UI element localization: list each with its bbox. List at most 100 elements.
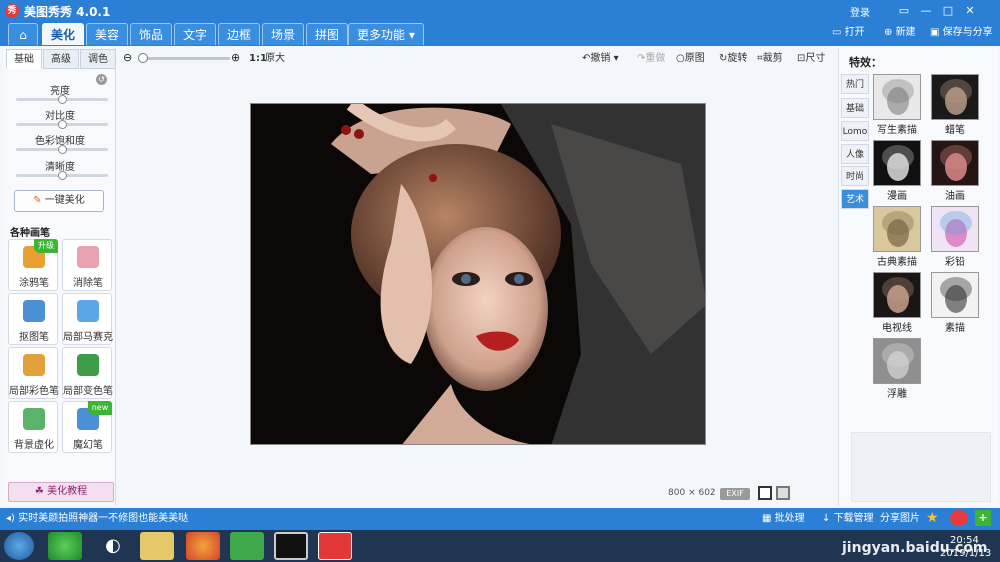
taskbar-app-player[interactable] — [230, 532, 264, 560]
taskbar-app-recorder[interactable] — [274, 532, 308, 560]
tool-local-recolor-pen[interactable]: 局部变色笔 — [62, 347, 113, 399]
sharpness-slider[interactable] — [16, 171, 108, 180]
tool-background-blur[interactable]: 背景虚化 — [8, 401, 58, 453]
rotate-button[interactable]: ↻旋转 — [719, 50, 747, 68]
taskbar-app-explorer[interactable] — [140, 532, 174, 560]
fullscreen-icon[interactable] — [776, 486, 790, 500]
color-brush-icon — [23, 354, 45, 376]
save-share-button[interactable]: ▣ 保存与分享 — [930, 25, 993, 41]
effect-oil-painting[interactable]: 油画 — [931, 140, 979, 202]
taskbar-app-360[interactable] — [48, 532, 82, 560]
tab-collage[interactable]: 拼图 — [306, 23, 349, 45]
clock-date[interactable]: 2019/1/13 — [940, 548, 991, 559]
blur-icon — [23, 408, 45, 430]
effect-preview-area — [851, 432, 991, 502]
effect-classic-sketch[interactable]: 古典素描 — [873, 206, 921, 268]
effect-thumbnail — [873, 272, 921, 318]
skin-button[interactable]: ▭ — [895, 2, 913, 20]
effect-tab-fashion[interactable]: 时尚 — [841, 166, 869, 186]
contrast-slider[interactable] — [16, 120, 108, 129]
tab-text[interactable]: 文字 — [174, 23, 217, 45]
effect-emboss[interactable]: 浮雕 — [873, 338, 921, 400]
slider-thumb[interactable] — [58, 120, 67, 129]
mosaic-icon — [77, 300, 99, 322]
tool-magic-pen[interactable]: new 魔幻笔 — [62, 401, 112, 453]
effect-tab-basic[interactable]: 基础 — [841, 98, 869, 118]
clock-time[interactable]: 20:54 — [950, 535, 979, 546]
speaker-icon: ◂) — [6, 513, 19, 524]
effect-pencil-sketch[interactable]: 素描 — [931, 272, 979, 334]
left-panel: 基础 高级 调色 ↺ 亮度 对比度 色彩饱和度 清晰度 ✎ 一键美化 各种画笔 … — [4, 48, 116, 506]
effect-thumbnail — [873, 74, 921, 120]
zoom-out-icon[interactable]: ⊖ — [123, 51, 132, 64]
tool-doodle-pen[interactable]: 升级 涂鸦笔 — [8, 239, 58, 291]
plus-icon[interactable]: + — [975, 510, 991, 526]
download-manager-button[interactable]: ↓ 下载管理 — [822, 508, 874, 530]
effect-sketch[interactable]: 写生素描 — [873, 74, 921, 136]
login-link[interactable]: 登录 — [850, 4, 870, 19]
taskbar-app-firefox[interactable] — [186, 532, 220, 560]
redo-button[interactable]: ↷重做 — [637, 50, 665, 68]
share-image-button[interactable]: 分享图片 — [880, 508, 920, 530]
slider-thumb[interactable] — [58, 145, 67, 154]
home-icon[interactable]: ⌂ — [8, 23, 38, 45]
photo-sketch-portrait — [251, 104, 705, 444]
wand-icon: ✎ — [33, 195, 45, 206]
resize-button[interactable]: ⊡尺寸 — [797, 50, 825, 68]
tool-eraser-pen[interactable]: 消除笔 — [62, 239, 112, 291]
tab-accessories[interactable]: 饰品 — [130, 23, 173, 45]
taskbar-app-qq[interactable]: ◐ — [96, 532, 130, 560]
tool-cutout-pen[interactable]: 抠图笔 — [8, 293, 58, 345]
taskbar-app-meitu[interactable] — [318, 532, 352, 560]
maximize-button[interactable]: □ — [939, 2, 957, 20]
star-icon[interactable]: ★ — [926, 510, 942, 526]
effect-crayon[interactable]: 蜡笔 — [931, 74, 979, 136]
original-size-button[interactable]: 原大 — [265, 50, 285, 68]
tab-beauty[interactable]: 美容 — [86, 23, 129, 45]
status-message[interactable]: ◂) 实时美颜拍照神器一不修图也能美美哒 — [6, 508, 188, 530]
zoom-slider[interactable] — [140, 57, 230, 60]
compare-view-icon[interactable] — [758, 486, 772, 500]
tab-more[interactable]: 更多功能 ▾ — [348, 23, 424, 45]
subtab-basic[interactable]: 基础 — [6, 49, 42, 69]
cutout-pen-icon — [23, 300, 45, 322]
effects-heading: 特效： — [849, 56, 882, 69]
exif-badge[interactable]: EXIF — [720, 488, 750, 500]
effect-tab-hot[interactable]: 热门 — [841, 74, 869, 94]
tab-beautify[interactable]: 美化 — [42, 23, 85, 45]
new-button[interactable]: ⊕ 新建 — [884, 25, 916, 41]
photo-canvas[interactable] — [250, 103, 706, 445]
tutorial-button[interactable]: ☘ 美化教程 — [8, 482, 114, 502]
crop-button[interactable]: ⌗裁剪 — [757, 50, 783, 68]
zoom-in-icon[interactable]: ⊕ — [231, 51, 240, 64]
paint-bucket-icon — [77, 354, 99, 376]
original-image-button[interactable]: ○原图 — [676, 50, 705, 68]
weibo-icon[interactable] — [950, 510, 968, 526]
minimize-button[interactable]: — — [917, 2, 935, 20]
close-button[interactable]: ✕ — [961, 2, 979, 20]
effect-thumbnail — [873, 140, 921, 186]
slider-thumb[interactable] — [58, 171, 67, 180]
open-button[interactable]: ▭ 打开 — [832, 25, 865, 41]
effect-tab-art[interactable]: 艺术 — [841, 189, 869, 209]
subtab-color[interactable]: 调色 — [80, 49, 116, 69]
start-button[interactable] — [4, 532, 34, 560]
effect-tab-portrait[interactable]: 人像 — [841, 144, 869, 164]
effect-comic[interactable]: 漫画 — [873, 140, 921, 202]
one-click-beautify-button[interactable]: ✎ 一键美化 — [14, 190, 104, 212]
saturation-slider[interactable] — [16, 145, 108, 154]
tool-local-color-pen[interactable]: 局部彩色笔 — [8, 347, 59, 399]
batch-button[interactable]: ▦ 批处理 — [762, 508, 805, 530]
effect-color-pencil[interactable]: 彩铅 — [931, 206, 979, 268]
zoom-slider-thumb[interactable] — [138, 53, 148, 63]
effect-thumbnail — [873, 206, 921, 252]
subtab-advanced[interactable]: 高级 — [43, 49, 79, 69]
slider-thumb[interactable] — [58, 95, 67, 104]
effect-tab-lomo[interactable]: Lomo — [841, 121, 869, 141]
tab-scene[interactable]: 场景 — [262, 23, 305, 45]
effect-tv-lines[interactable]: 电视线 — [873, 272, 921, 334]
undo-button[interactable]: ↶撤销 ▾ — [582, 50, 619, 68]
tab-border[interactable]: 边框 — [218, 23, 261, 45]
brightness-slider[interactable] — [16, 95, 108, 104]
tool-local-mosaic[interactable]: 局部马赛克 — [62, 293, 113, 345]
